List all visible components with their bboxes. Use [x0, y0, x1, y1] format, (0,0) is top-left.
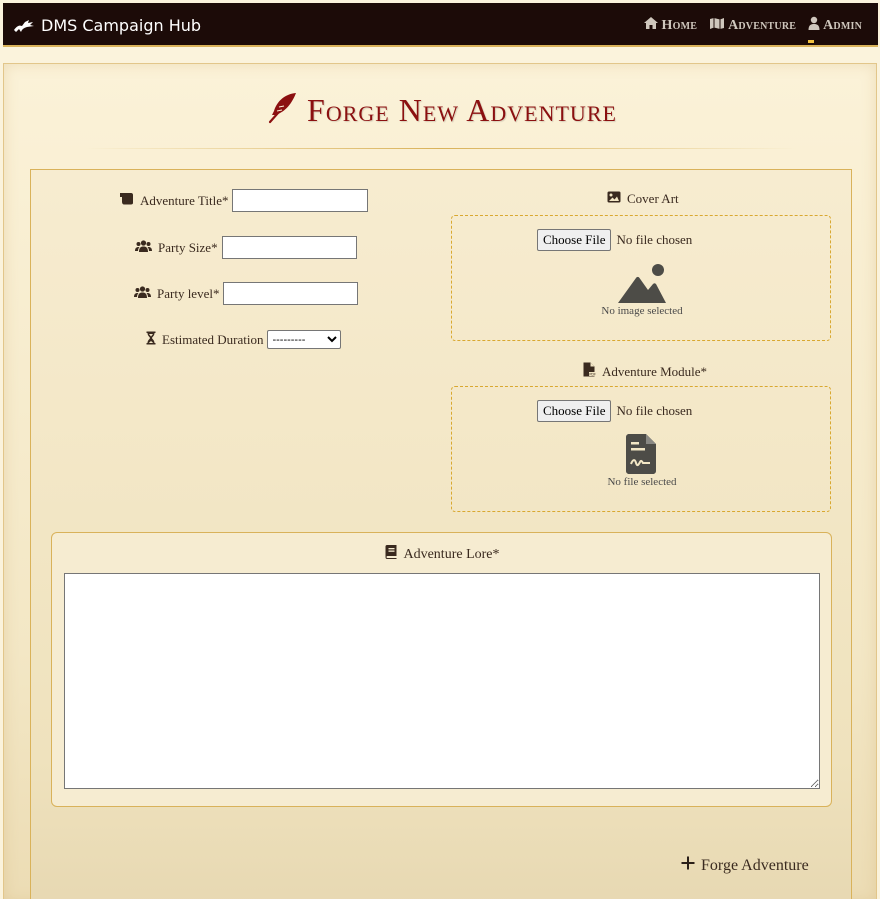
- nav-adventure-link[interactable]: Adventure: [709, 17, 796, 35]
- module-preview-caption: No file selected: [607, 476, 677, 488]
- cover-choose-file-button[interactable]: Choose File: [537, 229, 612, 251]
- forge-adventure-button[interactable]: Forge Adventure: [681, 856, 809, 875]
- party-level-input[interactable]: [223, 282, 359, 305]
- nav-admin-link[interactable]: Admin: [808, 16, 862, 43]
- nav-adventure-label: Adventure: [728, 17, 797, 33]
- module-label: PDF Adventure Module*: [583, 362, 707, 381]
- page-title: Forge New Adventure: [307, 91, 617, 128]
- users-icon: [134, 285, 151, 302]
- dragon-logo-icon: [13, 17, 35, 33]
- page-card: Forge New Adventure Adventure Title* Par…: [3, 63, 877, 899]
- active-indicator: [808, 40, 815, 43]
- user-icon: [808, 16, 820, 35]
- party-level-label-text: Party level*: [157, 285, 220, 301]
- nav-home-link[interactable]: Home: [643, 16, 698, 35]
- feather-quill-icon: [265, 91, 299, 130]
- adventure-title-label-text: Adventure Title*: [140, 192, 229, 208]
- cover-art-label-text: Cover Art: [627, 191, 679, 206]
- nav-home-label: Home: [661, 17, 698, 33]
- scroll-icon: [119, 192, 134, 209]
- duration-field: Estimated Duration ---------: [146, 330, 342, 349]
- brand-link[interactable]: DMS Campaign Hub: [13, 14, 201, 36]
- party-size-label: Party Size*: [135, 240, 218, 256]
- duration-label: Estimated Duration: [146, 331, 263, 349]
- top-navbar: DMS Campaign Hub Home Adventure Admin: [3, 3, 878, 47]
- lore-label: Adventure Lore*: [52, 545, 833, 564]
- party-size-input[interactable]: [221, 236, 357, 259]
- nav-links: Home Adventure Admin: [643, 16, 863, 43]
- adventure-title-field: Adventure Title*: [119, 189, 369, 212]
- duration-label-text: Estimated Duration: [162, 331, 264, 347]
- plus-icon: [681, 856, 695, 875]
- pdf-file-icon: PDF: [583, 362, 596, 381]
- page-heading: Forge New Adventure: [4, 88, 878, 132]
- nav-admin-label: Admin: [823, 17, 862, 33]
- cover-file-status: No file chosen: [616, 232, 693, 247]
- image-icon: [607, 191, 621, 207]
- cover-preview-caption: No image selected: [601, 305, 683, 317]
- adventure-form: Adventure Title* Party Size* Party level…: [30, 169, 852, 899]
- users-icon: [135, 239, 152, 256]
- document-placeholder-icon: [626, 434, 656, 479]
- image-placeholder-icon: [616, 264, 668, 309]
- cover-art-label: Cover Art: [607, 191, 679, 207]
- title-divider: [84, 148, 798, 149]
- party-level-field: Party level*: [134, 282, 359, 305]
- module-choose-file-button[interactable]: Choose File: [537, 400, 612, 422]
- lore-section: Adventure Lore*: [51, 532, 832, 807]
- duration-select[interactable]: ---------: [267, 330, 342, 349]
- hourglass-icon: [146, 331, 156, 349]
- brand-name: DMS Campaign Hub: [41, 15, 202, 35]
- lore-textarea[interactable]: [64, 573, 820, 789]
- module-label-text: Adventure Module*: [602, 363, 708, 379]
- module-file-input[interactable]: Choose File No file chosen: [537, 400, 692, 422]
- party-size-label-text: Party Size*: [158, 239, 218, 255]
- adventure-title-label: Adventure Title*: [119, 192, 228, 209]
- book-icon: [385, 545, 397, 564]
- cover-art-dropzone[interactable]: Choose File No file chosen No image sele…: [451, 215, 831, 341]
- adventure-title-input[interactable]: [232, 189, 369, 212]
- party-size-field: Party Size*: [135, 236, 357, 259]
- lore-label-text: Adventure Lore*: [403, 546, 500, 562]
- module-dropzone[interactable]: Choose File No file chosen No file selec…: [451, 386, 831, 512]
- home-icon: [643, 16, 659, 35]
- svg-text:PDF: PDF: [589, 372, 596, 376]
- module-file-status: No file chosen: [616, 403, 693, 418]
- map-icon: [709, 17, 725, 35]
- cover-file-input[interactable]: Choose File No file chosen: [537, 229, 692, 251]
- party-level-label: Party level*: [134, 286, 219, 302]
- forge-adventure-label: Forge Adventure: [701, 856, 809, 874]
